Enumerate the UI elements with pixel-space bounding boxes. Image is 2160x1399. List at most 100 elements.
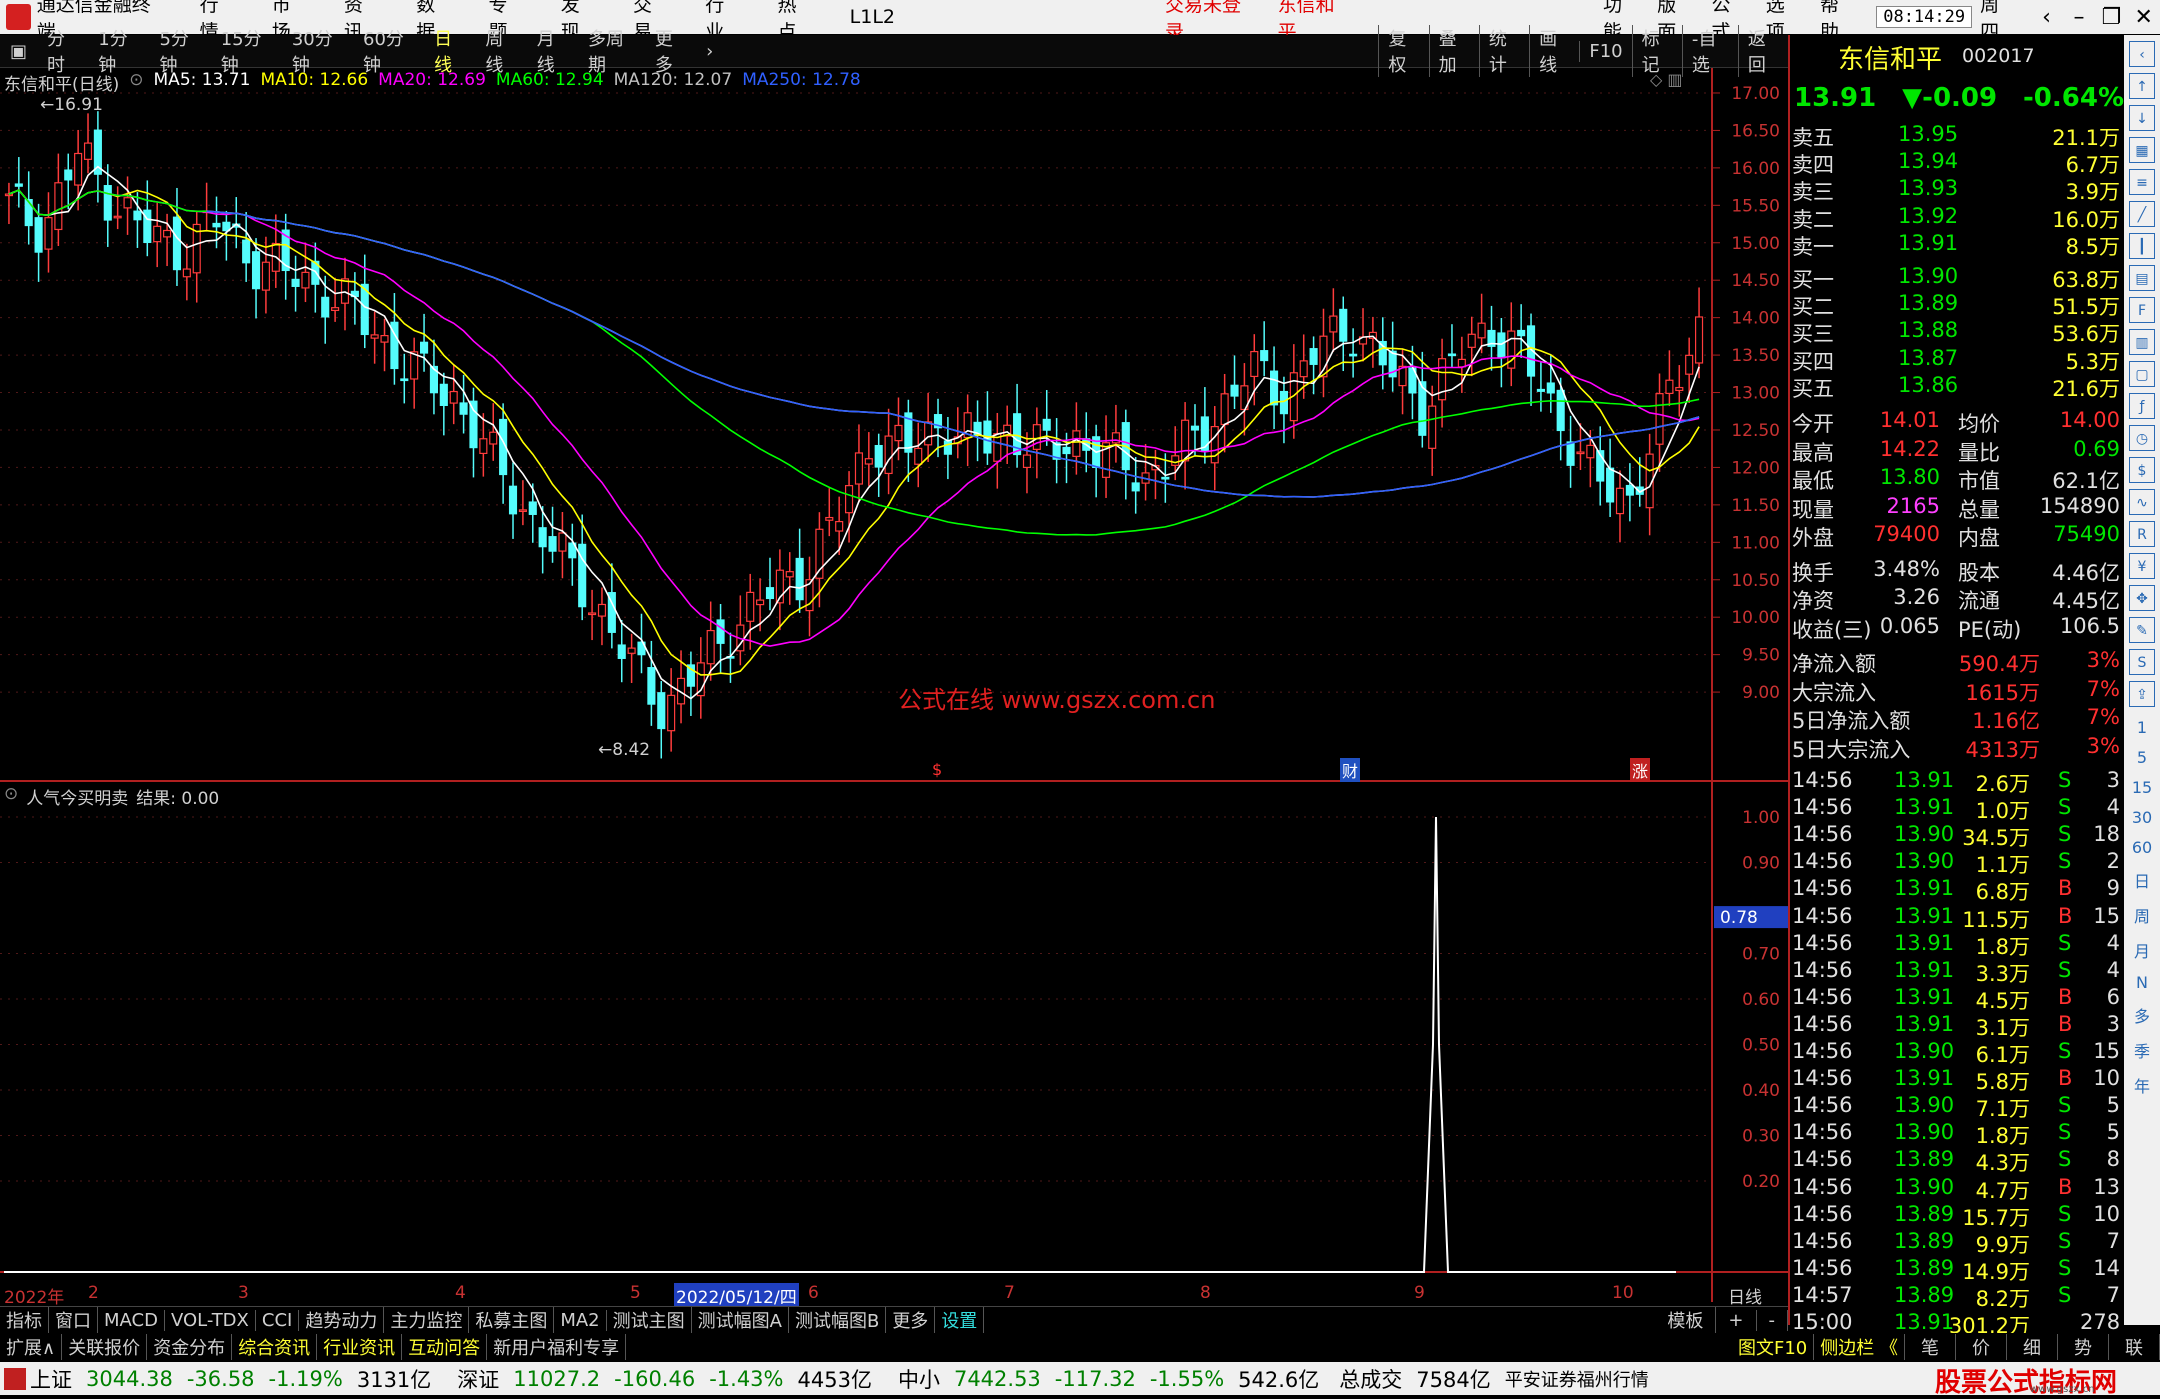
period-num-30[interactable]: 30 [2124, 808, 2160, 827]
flag-rise[interactable]: 涨 [1630, 758, 1651, 782]
list-icon[interactable]: ≡ [2129, 169, 2155, 195]
index-zx-name[interactable]: 中小 [898, 1364, 940, 1394]
period-month[interactable]: 月 [2124, 938, 2160, 962]
tick-row[interactable]: 14:56 13.89 15.7万 S 10 [1790, 1202, 2125, 1230]
side-tab[interactable]: 联 [2109, 1333, 2160, 1360]
indicator-chart[interactable]: 1.00 0.90 0.78 0.70 0.60 0.50 0.40 0.30 0.20 [0, 782, 1788, 1302]
flag-dollar[interactable]: $ [932, 760, 942, 779]
indicator-tab[interactable]: CCI [256, 1309, 300, 1331]
tick-row[interactable]: 14:56 13.90 4.7万 B 13 [1790, 1175, 2125, 1203]
side-tab[interactable]: 价 [1956, 1333, 2007, 1360]
pen-icon[interactable]: ✎ [2129, 617, 2155, 643]
flow-row[interactable]: 5日大宗流入 4313万 3% [1790, 734, 2125, 762]
doc-icon[interactable]: ▢ [2129, 361, 2155, 387]
sell-level[interactable]: 卖四 13.94 6.7万 [1790, 149, 2125, 177]
extension-tab[interactable]: 综合资讯 [232, 1333, 318, 1360]
period-num-15[interactable]: 15 [2124, 778, 2160, 797]
indicator-tab[interactable]: 测试幅图A [692, 1307, 789, 1333]
flow-row[interactable]: 5日净流入额 1.16亿 7% [1790, 705, 2125, 733]
grid-icon[interactable]: ▦ [2129, 137, 2155, 163]
extension-tab[interactable]: 新用户福利专享 [487, 1333, 627, 1360]
chart-options-icon[interactable]: ◇ ▥ [1650, 70, 1683, 89]
panel-toggle-icon[interactable]: ▣ [10, 41, 27, 62]
indicator-tab[interactable]: VOL-TDX [165, 1309, 256, 1331]
f10-icon[interactable]: F [2129, 297, 2155, 323]
stat-row[interactable]: 收益(三) 0.065 PE(动) 106.5 [1790, 614, 2125, 642]
tick-row[interactable]: 14:56 13.90 34.5万 S 18 [1790, 822, 2125, 850]
extension-tab[interactable]: 关联报价 [62, 1333, 148, 1360]
side-tab[interactable]: 细 [2007, 1333, 2058, 1360]
ma-toggle-icon[interactable]: ⊙ [129, 70, 143, 95]
tick-row[interactable]: 14:56 13.89 9.9万 S 7 [1790, 1229, 2125, 1257]
period-season[interactable]: 季 [2124, 1038, 2160, 1062]
tick-row[interactable]: 14:56 13.90 1.8万 S 5 [1790, 1120, 2125, 1148]
buy-level[interactable]: 买二 13.89 51.5万 [1790, 291, 2125, 319]
stat-row[interactable]: 最高 14.22 量比 0.69 [1790, 437, 2125, 465]
extension-tab[interactable]: 互动问答 [402, 1333, 488, 1360]
extension-tab[interactable]: 行业资讯 [317, 1333, 403, 1360]
candle-icon[interactable]: ┃ [2129, 233, 2155, 259]
stat-row[interactable]: 今开 14.01 均价 14.00 [1790, 408, 2125, 436]
indicator-tab[interactable]: 测试幅图B [789, 1307, 887, 1333]
template-button[interactable]: - [1757, 1309, 1788, 1331]
fs-icon[interactable]: S [2129, 649, 2155, 675]
tick-row[interactable]: 14:57 13.89 8.2万 S 7 [1790, 1283, 2125, 1311]
layout-icon[interactable]: ▥ [2129, 329, 2155, 355]
tick-row[interactable]: 14:56 13.91 1.0万 S 4 [1790, 795, 2125, 823]
index-sh-name[interactable]: 上证 [30, 1364, 72, 1394]
minimize-icon[interactable]: – [2063, 5, 2095, 30]
side-tab[interactable]: 笔 [1905, 1333, 1956, 1360]
extension-tab[interactable]: 扩展∧ [0, 1333, 63, 1360]
indicator-tab[interactable]: 窗口 [49, 1307, 98, 1333]
indicator-tab[interactable]: 指标 [0, 1307, 49, 1333]
back-icon[interactable]: ‹ [2030, 5, 2062, 30]
indicator-tab[interactable]: 趋势动力 [299, 1307, 385, 1333]
tick-row[interactable]: 14:56 13.91 1.8万 S 4 [1790, 931, 2125, 959]
restore-icon[interactable]: ❐ [2095, 5, 2127, 30]
indicator-tab[interactable]: MACD [98, 1309, 165, 1331]
period-num-60[interactable]: 60 [2124, 838, 2160, 857]
stat-row[interactable]: 最低 13.80 市值 62.1亿 [1790, 465, 2125, 493]
wave-icon[interactable]: ∿ [2129, 489, 2155, 515]
down-icon[interactable]: ↓ [2129, 105, 2155, 131]
indicator-tab[interactable]: 主力监控 [384, 1307, 470, 1333]
indicator-tab[interactable]: 私募主图 [469, 1307, 555, 1333]
buy-level[interactable]: 买三 13.88 53.6万 [1790, 318, 2125, 346]
rsi-icon[interactable]: R [2129, 521, 2155, 547]
tick-row[interactable]: 14:56 13.91 3.1万 B 3 [1790, 1012, 2125, 1040]
tick-row[interactable]: 14:56 13.90 1.1万 S 2 [1790, 849, 2125, 877]
tick-row[interactable]: 14:56 13.89 4.3万 S 8 [1790, 1147, 2125, 1175]
indicator-tab[interactable]: 设置 [935, 1307, 985, 1333]
clock-icon[interactable]: ◷ [2129, 425, 2155, 451]
close-icon[interactable]: ✕ [2128, 5, 2160, 30]
flow-row[interactable]: 净流入额 590.4万 3% [1790, 648, 2125, 676]
sell-level[interactable]: 卖五 13.95 21.1万 [1790, 122, 2125, 150]
indicator-tab[interactable]: 测试主图 [607, 1307, 692, 1333]
indicator-tab[interactable]: MA2 [554, 1309, 607, 1331]
buy-level[interactable]: 买一 13.90 63.8万 [1790, 264, 2125, 292]
period-num-1[interactable]: 1 [2124, 718, 2160, 737]
indicator-toggle-icon[interactable]: ⊙ [4, 784, 18, 809]
side-tab[interactable]: 图文F10 [1732, 1333, 1815, 1360]
tick-row[interactable]: 14:56 13.91 5.8万 B 10 [1790, 1066, 2125, 1094]
flag-finance[interactable]: 财 [1340, 758, 1361, 782]
line-chart-icon[interactable]: ╱ [2129, 201, 2155, 227]
tick-row[interactable]: 14:56 13.90 7.1万 S 5 [1790, 1093, 2125, 1121]
tick-row[interactable]: 14:56 13.91 4.5万 B 6 [1790, 985, 2125, 1013]
money-icon[interactable]: ¥ [2129, 553, 2155, 579]
index-sz-name[interactable]: 深证 [457, 1364, 499, 1394]
candlestick-chart[interactable]: 17.00 16.50 16.00 15.50 15.00 14.50 14.00 13.50… [0, 68, 1788, 782]
tick-row[interactable]: 14:56 13.91 2.6万 S 3 [1790, 768, 2125, 796]
chevron-right-icon[interactable]: › [706, 41, 713, 62]
menu-item-l1l2[interactable]: L1L2 [850, 6, 895, 28]
export-icon[interactable]: ⇪ [2129, 681, 2155, 707]
move-icon[interactable]: ✥ [2129, 585, 2155, 611]
stat-row[interactable]: 外盘 79400 内盘 75490 [1790, 522, 2125, 550]
indicator-tab[interactable]: 更多 [886, 1307, 936, 1333]
sell-level[interactable]: 卖一 13.91 8.5万 [1790, 231, 2125, 259]
tick-row[interactable]: 14:56 13.90 6.1万 S 15 [1790, 1039, 2125, 1067]
collapse-icon[interactable]: ‹ [2129, 41, 2155, 67]
btn-f10[interactable]: F10 [1579, 40, 1631, 62]
period-week[interactable]: 周 [2124, 903, 2160, 927]
up-icon[interactable]: ↑ [2129, 73, 2155, 99]
